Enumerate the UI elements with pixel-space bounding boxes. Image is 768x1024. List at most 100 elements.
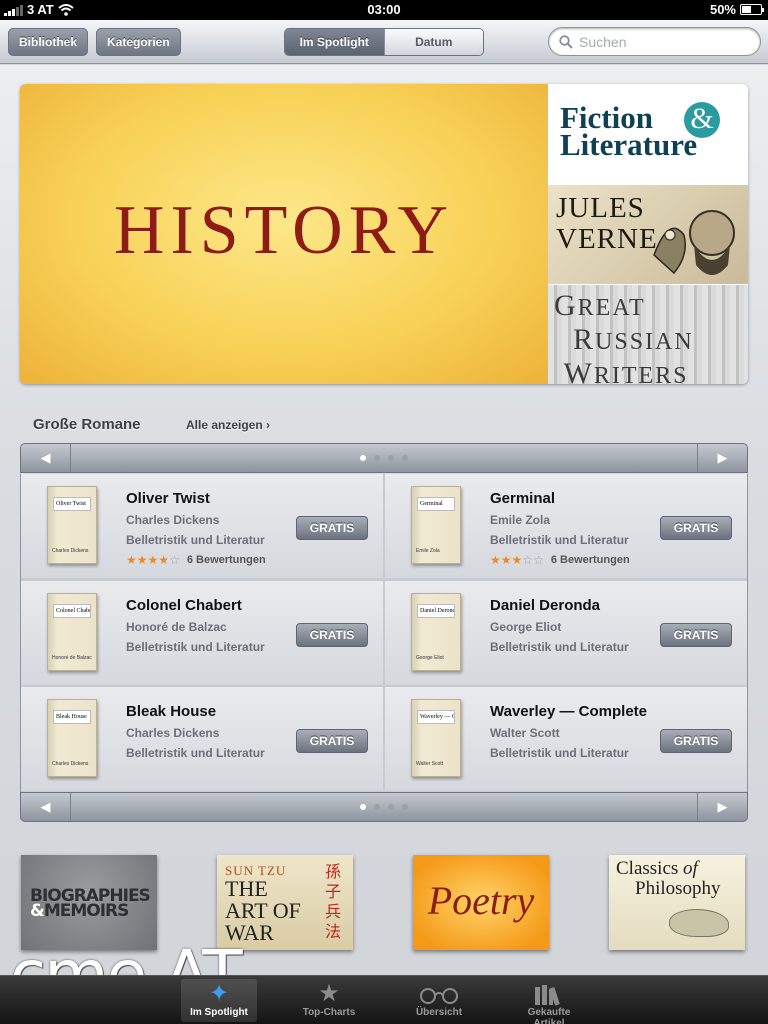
page-indicator xyxy=(21,455,747,461)
jules-verne-title: JULES VERNE xyxy=(556,192,658,255)
philosophy-tile[interactable]: Classics of Philosophy xyxy=(609,855,745,950)
cover-title: Colonel Chabert xyxy=(53,603,91,618)
book-author: Emile Zola xyxy=(490,513,551,527)
categories-button[interactable]: Kategorien xyxy=(96,28,181,56)
cover-title: Oliver Twist xyxy=(53,497,91,511)
star-icon: ★ xyxy=(318,980,340,1007)
book-author: Walter Scott xyxy=(490,726,560,741)
page-dot xyxy=(402,804,408,810)
hero-banner: HISTORY Fiction Literature & JULES VERNE G… xyxy=(20,84,748,384)
book-author: Charles Dickens xyxy=(126,513,220,527)
fiction-literature-banner[interactable]: Fiction Literature & xyxy=(548,84,748,184)
ratings-count: 6 Bewertungen xyxy=(550,554,630,566)
book-cover: Oliver Twist Charles Dickens xyxy=(47,486,97,564)
get-button[interactable]: GRATIS xyxy=(660,729,732,754)
star-rating-icon: ★★★★☆ xyxy=(126,553,180,567)
book-item[interactable]: Bleak House Charles Dickens Bleak House … xyxy=(21,687,383,792)
fiction-literature-title: Fiction Literature xyxy=(560,100,698,162)
poetry-title: Poetry xyxy=(427,878,535,923)
next-page-button[interactable]: ▶ xyxy=(697,793,747,821)
book-title: Daniel Deronda xyxy=(490,596,601,614)
ampersand: & xyxy=(30,901,45,921)
cover-author: Charles Dickens xyxy=(52,761,89,768)
poetry-tile[interactable]: Poetry xyxy=(413,855,549,950)
book-cover: Germinal Émile Zola xyxy=(411,486,461,564)
cover-author: Émile Zola xyxy=(416,548,440,554)
get-button[interactable]: GRATIS xyxy=(296,516,368,540)
book-item[interactable]: Colonel Chabert Honoré de Balzac Colonel… xyxy=(21,580,383,685)
top-toolbar: Bibliothek Kategorien Im Spotlight Datum xyxy=(0,20,768,64)
cover-author: Honoré de Balzac xyxy=(52,654,92,661)
pager-bottom: ◀ ▶ xyxy=(20,792,748,822)
book-rating: ★★★★☆ 6 Bewertungen xyxy=(126,553,266,567)
book-item[interactable]: Waverley — Complete Walter Scott Waverle… xyxy=(385,687,747,792)
glasses-icon xyxy=(401,979,477,1007)
jules-verne-banner[interactable]: JULES VERNE xyxy=(548,184,748,284)
book-item[interactable]: Germinal Émile Zola Germinal Emile Zola … xyxy=(385,474,747,578)
cover-author: Walter Scott xyxy=(416,761,444,768)
book-item[interactable]: Oliver Twist Charles Dickens Oliver Twis… xyxy=(21,474,383,578)
books-icon xyxy=(511,979,587,1007)
arrow-right-icon: ▶ xyxy=(717,450,728,465)
history-banner[interactable]: HISTORY xyxy=(20,84,548,384)
battery-info: 50% xyxy=(710,2,764,17)
star-rating-icon: ★★★☆☆ xyxy=(490,553,544,567)
book-grid: Oliver Twist Charles Dickens Oliver Twis… xyxy=(20,474,748,792)
book-author: Charles Dickens xyxy=(126,726,220,741)
page-dot xyxy=(402,455,408,461)
chinese-title: 孫子兵法 xyxy=(325,864,342,941)
tab-label: Im Spotlight xyxy=(190,1007,248,1018)
page-dot xyxy=(360,455,366,461)
sort-segmented-control: Im Spotlight Datum xyxy=(284,28,484,56)
history-banner-title: HISTORY xyxy=(113,192,455,269)
clock: 03:00 xyxy=(367,2,401,17)
duck-rabbit-illustration-icon xyxy=(669,909,729,937)
tab-spotlight[interactable]: ✦ Im Spotlight xyxy=(181,979,257,1022)
tab-purchased[interactable]: Gekaufte Artikel xyxy=(511,979,587,1024)
next-page-button[interactable]: ▶ xyxy=(697,444,747,472)
get-button[interactable]: GRATIS xyxy=(660,622,732,647)
page-indicator xyxy=(21,804,747,810)
book-genre: Belletristik und Literatur xyxy=(490,746,629,761)
featured-content: HISTORY Fiction Literature & JULES VERNE G… xyxy=(0,65,768,975)
book-rating: ★★★☆☆ 6 Bewertungen xyxy=(490,553,630,567)
get-button[interactable]: GRATIS xyxy=(296,729,368,754)
page-dot xyxy=(374,804,380,810)
search-icon xyxy=(559,34,573,49)
page-dot xyxy=(374,455,380,461)
book-genre: Belletristik und Literatur xyxy=(490,533,629,547)
book-title: Bleak House xyxy=(126,703,217,721)
search-field[interactable] xyxy=(548,27,761,56)
see-all-link[interactable]: Alle anzeigen › xyxy=(186,418,270,432)
art-of-war-title: THE ART OF WAR xyxy=(225,876,301,945)
segment-date[interactable]: Datum xyxy=(383,29,483,55)
get-button[interactable]: GRATIS xyxy=(660,516,732,540)
library-button[interactable]: Bibliothek xyxy=(8,28,89,56)
book-cover: Colonel Chabert Honoré de Balzac xyxy=(47,592,97,671)
russian-writers-banner[interactable]: GREAT RUSSIAN WRITERS xyxy=(548,284,748,384)
cover-title: Bleak House xyxy=(53,710,91,725)
arrow-right-icon: ▶ xyxy=(717,799,728,814)
book-title: Germinal xyxy=(490,490,556,507)
book-item[interactable]: Daniel Deronda George Eliot Daniel Deron… xyxy=(385,580,747,685)
memoirs-label: MEMOIRS xyxy=(43,901,130,921)
cover-title: Daniel Deronda xyxy=(417,603,455,618)
tab-label: Übersicht xyxy=(415,1007,463,1018)
segment-spotlight[interactable]: Im Spotlight xyxy=(285,29,384,55)
book-author: Honoré de Balzac xyxy=(126,619,227,634)
search-input[interactable] xyxy=(579,33,739,50)
ratings-count: 6 Bewertungen xyxy=(186,554,266,566)
biographies-memoirs-title: BIOGRAPHIES &MEMOIRS xyxy=(30,888,151,921)
get-button[interactable]: GRATIS xyxy=(296,622,368,647)
book-genre: Belletristik und Literatur xyxy=(126,533,265,547)
pager-top: ◀ ▶ xyxy=(20,443,748,473)
tab-label: Top-Charts xyxy=(302,1007,356,1018)
tab-overview[interactable]: Übersicht xyxy=(401,979,477,1022)
book-cover: Bleak House Charles Dickens xyxy=(47,699,97,778)
tab-top-charts[interactable]: ★ Top-Charts xyxy=(291,979,367,1022)
book-title: Oliver Twist xyxy=(126,490,210,507)
book-cover: Waverley — Complete Walter Scott xyxy=(411,699,461,778)
book-genre: Belletristik und Literatur xyxy=(126,639,265,654)
cover-title: Germinal xyxy=(417,497,455,511)
book-title: Waverley — Complete xyxy=(490,703,647,721)
